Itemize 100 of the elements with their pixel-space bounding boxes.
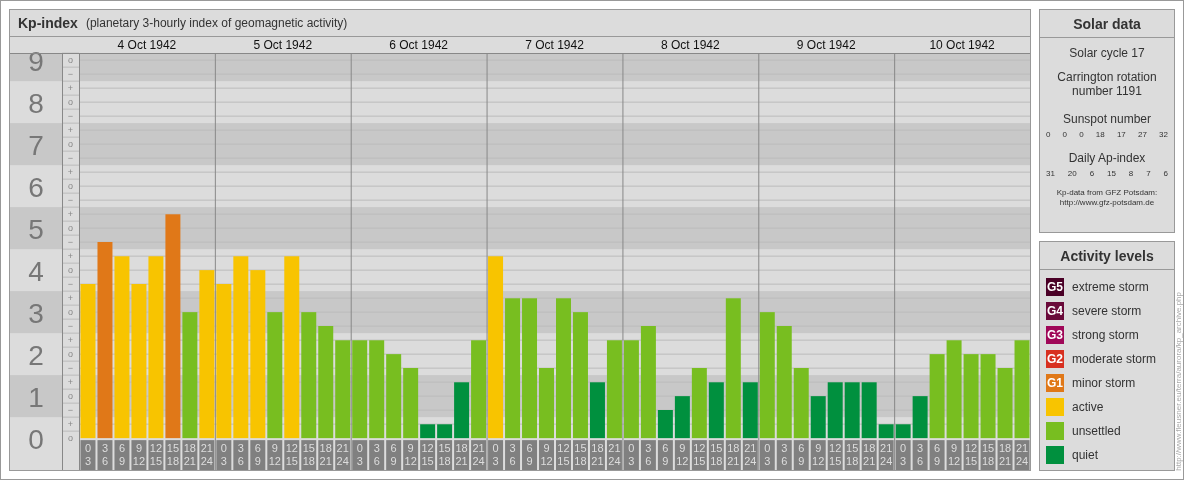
hour-label: 6 9: [250, 440, 266, 470]
minor-tick-label: −: [67, 237, 74, 248]
hour-label: 3 6: [505, 440, 521, 470]
hour-label: 18 21: [454, 440, 470, 470]
hour-label: 3 6: [369, 440, 385, 470]
level-badge: G2: [1046, 350, 1064, 368]
hour-label: 9 12: [810, 440, 826, 470]
minor-tick-label: +: [67, 125, 74, 136]
minor-tick-label: −: [67, 405, 74, 416]
x-tick-label: 3 6: [373, 442, 380, 468]
sunspot-value: 32: [1159, 130, 1168, 139]
x-tick-label: 0 3: [492, 442, 499, 468]
y-axis-label: 0: [28, 423, 44, 455]
ap-index-label: Daily Ap-index: [1068, 151, 1146, 165]
hour-label: 9 12: [539, 440, 554, 470]
panel-title: Kp-index: [18, 14, 78, 31]
ap-index-value: 8: [1128, 169, 1134, 178]
minor-tick-label: o: [68, 97, 73, 108]
hour-label: 3 6: [640, 440, 656, 470]
level-label: unsettled: [1072, 424, 1121, 438]
hour-label: 18 21: [997, 440, 1013, 470]
minor-tick-label: o: [68, 139, 73, 150]
x-tick-label: 0 3: [84, 442, 92, 468]
x-tick-label: 0 3: [900, 442, 907, 468]
level-badge: G1: [1046, 374, 1064, 392]
hour-label: 15 18: [980, 440, 996, 470]
level-label: minor storm: [1072, 376, 1136, 390]
ap-index-value: 31: [1046, 169, 1055, 178]
ap-index-value: 15: [1107, 169, 1116, 178]
rotation-text: Carrington rotation number 1191: [1056, 70, 1158, 98]
hour-label: 0 3: [216, 440, 232, 470]
hour-label: 6 9: [657, 440, 673, 470]
sunspot-value: 27: [1137, 130, 1147, 139]
minor-tick-label: o: [68, 265, 73, 276]
minor-tick-label: +: [67, 83, 74, 94]
date-label: 7 Oct 1942: [525, 37, 584, 52]
credit-url: http://www.fleusner.eu/terra/aurora/kp_archive.php: [1175, 292, 1183, 471]
minor-tick-label: +: [67, 209, 74, 220]
hour-label: 21 24: [606, 440, 622, 470]
date-label: 5 Oct 1942: [253, 37, 313, 52]
hour-label: 3 6: [97, 440, 113, 470]
hour-label: 6 9: [386, 440, 402, 470]
hour-label: 12 15: [827, 440, 843, 470]
minor-tick-label: o: [68, 307, 73, 318]
x-tick-label: 3 6: [237, 442, 244, 468]
panel-title: Solar data: [1040, 10, 1174, 38]
kp-bar: [844, 382, 860, 439]
hour-label: 3 6: [233, 440, 249, 470]
x-tick-label: 3 6: [509, 442, 516, 468]
x-tick-label: 3 6: [645, 442, 652, 468]
x-tick-label: 0 3: [628, 442, 635, 468]
panel-title: Activity levels: [1040, 242, 1174, 270]
minor-tick-label: −: [67, 153, 74, 164]
y-axis-label: 7: [28, 129, 44, 161]
hour-label: 0 3: [488, 440, 504, 470]
hour-label: 12 15: [963, 440, 979, 470]
minor-tick-label: o: [68, 391, 73, 402]
kp-bar: [539, 367, 554, 439]
hour-label: 6 9: [522, 440, 537, 470]
hour-label: 9 12: [946, 440, 962, 470]
axis-band: [10, 123, 62, 166]
hour-label: 0 3: [352, 440, 368, 470]
y-axis-label: 4: [28, 255, 44, 287]
level-label: severe storm: [1072, 304, 1142, 318]
x-tick-label: 0 3: [220, 442, 227, 468]
hour-label: 9 12: [674, 440, 690, 470]
axis-band: [10, 207, 62, 250]
x-tick-label: 6 9: [798, 442, 805, 468]
sunspot-value: 0: [1079, 130, 1084, 139]
ap-index-value: 6: [1089, 169, 1095, 178]
date-label: 4 Oct 1942: [117, 37, 177, 52]
hour-label: 21 24: [1014, 440, 1030, 470]
hour-label: 15 18: [573, 440, 588, 470]
hour-label: 15 18: [301, 440, 317, 470]
minor-tick-label: o: [68, 181, 73, 192]
minor-tick-label: −: [67, 69, 74, 80]
minor-tick-label: +: [67, 251, 74, 262]
x-tick-label: 6 9: [390, 442, 397, 468]
x-tick-label: 0 3: [356, 442, 363, 468]
panel-subtitle: (planetary 3-hourly index of geomagnetic activity): [85, 15, 348, 30]
ap-index-value: 7: [1146, 169, 1151, 178]
hour-label: 15 18: [844, 440, 860, 470]
sunspot-value: 18: [1095, 130, 1105, 139]
minor-tick-label: +: [67, 419, 74, 430]
x-tick-label: 6 9: [254, 442, 261, 468]
x-tick-label: 3 6: [781, 442, 788, 468]
x-tick-label: 3 6: [101, 442, 109, 468]
hour-label: 6 9: [793, 440, 809, 470]
hour-label: 0 3: [80, 440, 96, 470]
source-text: Kp-data from GFZ Potsdam:: [1056, 188, 1158, 198]
minor-tick-label: −: [67, 321, 74, 332]
minor-tick-label: o: [68, 223, 73, 234]
level-label: moderate storm: [1072, 352, 1157, 366]
level-label: strong storm: [1072, 328, 1139, 342]
hour-label: 9 12: [131, 440, 147, 470]
axis-band: [10, 375, 62, 418]
y-axis-label: 5: [28, 213, 44, 245]
minor-tick-label: −: [67, 111, 74, 122]
hour-label: 18 21: [318, 440, 334, 470]
minor-tick-label: o: [68, 55, 73, 66]
